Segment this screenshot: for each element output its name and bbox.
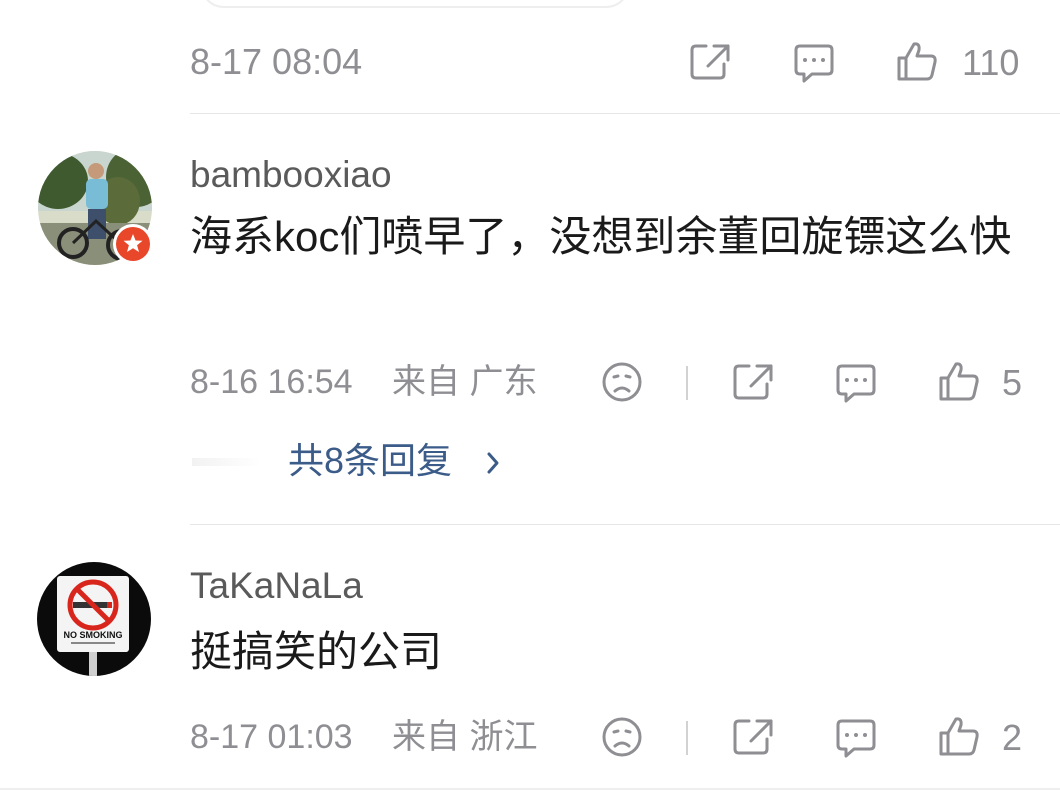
- location: 来自 浙江: [392, 718, 538, 756]
- share-icon[interactable]: [731, 717, 775, 757]
- like-icon[interactable]: [895, 40, 939, 82]
- like-icon[interactable]: [937, 715, 981, 757]
- sad-face-icon[interactable]: [601, 716, 643, 758]
- sad-face-icon[interactable]: [601, 361, 643, 403]
- timestamp: 8-16 16:54: [190, 363, 353, 401]
- separator: [686, 366, 688, 400]
- like-count: 110: [962, 42, 1020, 83]
- timestamp: 8-17 08:04: [190, 41, 363, 82]
- username[interactable]: TaKaNaLa: [190, 564, 363, 608]
- comment-text: 挺搞笑的公司: [190, 628, 443, 675]
- chevron-right-icon: [484, 449, 502, 477]
- reply-input-pill[interactable]: [200, 0, 630, 8]
- share-icon[interactable]: [731, 362, 775, 402]
- comment-text: 海系koc们喷早了，没想到余董回旋镖这么快: [190, 213, 1012, 260]
- comment-icon[interactable]: [834, 362, 878, 404]
- divider: [190, 524, 1060, 525]
- like-count: 2: [1002, 717, 1023, 758]
- replies-count-label: 共8条回复: [288, 440, 453, 481]
- view-replies-link[interactable]: 共8条回复: [288, 439, 499, 483]
- reply-thread-line: [192, 458, 262, 466]
- divider: [0, 788, 1060, 790]
- separator: [686, 721, 688, 755]
- location: 来自 广东: [392, 363, 538, 401]
- timestamp: 8-17 01:03: [190, 718, 353, 756]
- comment-icon[interactable]: [834, 717, 878, 759]
- no-smoking-sign-text: NO SMOKING: [63, 630, 122, 640]
- divider: [190, 113, 1060, 114]
- comment-icon[interactable]: [792, 42, 836, 84]
- verified-badge-icon: [113, 224, 153, 264]
- like-icon[interactable]: [937, 360, 981, 402]
- share-icon[interactable]: [688, 42, 732, 82]
- username[interactable]: bambooxiao: [190, 153, 392, 197]
- avatar[interactable]: NO SMOKING: [37, 562, 151, 676]
- like-count: 5: [1002, 362, 1023, 403]
